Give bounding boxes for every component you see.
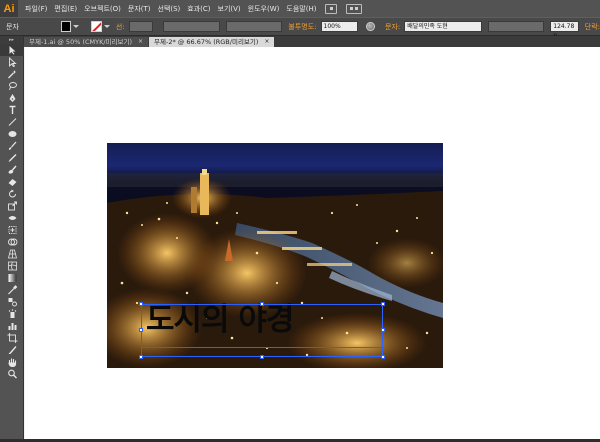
lasso-tool-icon[interactable] — [0, 80, 24, 92]
ellipse-tool-icon[interactable] — [0, 128, 24, 140]
menu-select[interactable]: 선택(S) — [158, 4, 181, 14]
rotate-tool-icon[interactable] — [0, 188, 24, 200]
tab-document-1[interactable]: 무제-1.ai @ 50% (CMYK/미리보기) × — [24, 37, 149, 47]
variable-width-field[interactable] — [163, 21, 220, 32]
type-tool-icon[interactable] — [0, 104, 24, 116]
pencil-tool-icon[interactable] — [0, 152, 24, 164]
symbol-sprayer-tool-icon[interactable] — [0, 308, 24, 320]
artboard-tool-icon[interactable] — [0, 332, 24, 344]
control-bar: 문자 선: 불투명도: 100% 문자: 배달의민족 도현 124.78 p 단… — [0, 17, 600, 39]
resize-handle[interactable] — [260, 302, 264, 306]
pen-tool-icon[interactable] — [0, 92, 24, 104]
slice-tool-icon[interactable] — [0, 344, 24, 356]
bridge-icon[interactable] — [325, 3, 338, 14]
document-tab-bar: 무제-1.ai @ 50% (CMYK/미리보기) × 무제-2* @ 66.6… — [24, 36, 600, 47]
text-baseline — [141, 347, 383, 348]
scale-tool-icon[interactable] — [0, 200, 24, 212]
magic-wand-tool-icon[interactable] — [0, 68, 24, 80]
paintbrush-tool-icon[interactable] — [0, 140, 24, 152]
blend-tool-icon[interactable] — [0, 296, 24, 308]
chevron-down-icon[interactable] — [103, 25, 110, 28]
zoom-tool-icon[interactable] — [0, 368, 24, 380]
menu-edit[interactable]: 편집(E) — [54, 4, 77, 14]
font-family-field[interactable]: 배달의민족 도현 — [404, 21, 482, 32]
hand-tool-icon[interactable] — [0, 356, 24, 368]
resize-handle[interactable] — [139, 355, 143, 359]
fill-swatch[interactable] — [60, 21, 72, 32]
perspective-grid-tool-icon[interactable] — [0, 248, 24, 260]
menu-bar: Ai 파일(F) 편집(E) 오브젝트(O) 문자(T) 선택(S) 효과(C)… — [0, 0, 600, 17]
menu-view[interactable]: 보기(V) — [218, 4, 241, 14]
resize-handle[interactable] — [381, 302, 385, 306]
stroke-swatch[interactable] — [91, 21, 102, 32]
menu-help[interactable]: 도움말(H) — [286, 4, 316, 14]
close-icon[interactable]: × — [138, 37, 143, 47]
resize-handle[interactable] — [381, 355, 385, 359]
direct-selection-tool-icon[interactable] — [0, 56, 24, 68]
resize-handle[interactable] — [381, 328, 385, 332]
mesh-tool-icon[interactable] — [0, 260, 24, 272]
column-graph-tool-icon[interactable] — [0, 320, 24, 332]
tab-document-2[interactable]: 무제-2* @ 66.67% (RGB/미리보기) × — [149, 37, 275, 47]
panel-collapse-icon[interactable]: ▸▸ — [0, 36, 23, 44]
opacity-label[interactable]: 불투명도: — [288, 22, 316, 32]
resize-handle[interactable] — [139, 302, 143, 306]
opacity-field[interactable]: 100% — [320, 21, 359, 32]
menu-object[interactable]: 오브젝트(O) — [84, 4, 121, 14]
free-transform-tool-icon[interactable] — [0, 224, 24, 236]
chevron-down-icon[interactable] — [73, 25, 80, 28]
font-style-field[interactable] — [487, 21, 545, 32]
brush-field[interactable] — [225, 21, 283, 32]
stroke-weight-field[interactable] — [128, 21, 154, 32]
menu-effect[interactable]: 효과(C) — [187, 4, 210, 14]
selection-tool-icon[interactable] — [0, 44, 24, 56]
selection-mode-label: 문자 — [6, 22, 19, 31]
resize-handle[interactable] — [260, 355, 264, 359]
menu-window[interactable]: 윈도우(W) — [248, 4, 280, 14]
resize-handle[interactable] — [139, 328, 143, 332]
width-tool-icon[interactable] — [0, 212, 24, 224]
tab-label: 무제-1.ai @ 50% (CMYK/미리보기) — [29, 38, 133, 46]
shape-builder-tool-icon[interactable] — [0, 236, 24, 248]
paragraph-label[interactable]: 단락: — [585, 22, 600, 32]
eyedropper-tool-icon[interactable] — [0, 284, 24, 296]
line-tool-icon[interactable] — [0, 116, 24, 128]
tab-label: 무제-2* @ 66.67% (RGB/미리보기) — [154, 38, 259, 46]
eraser-tool-icon[interactable] — [0, 176, 24, 188]
close-icon[interactable]: × — [264, 37, 269, 47]
stroke-label[interactable]: 선: — [116, 22, 125, 32]
menu-type[interactable]: 문자(T) — [128, 4, 151, 14]
font-size-field[interactable]: 124.78 p — [550, 21, 579, 39]
illustrator-logo: Ai — [0, 0, 18, 17]
arrange-documents-icon[interactable] — [346, 3, 363, 14]
gradient-tool-icon[interactable] — [0, 272, 24, 284]
recolor-icon[interactable] — [366, 22, 376, 31]
menu-file[interactable]: 파일(F) — [25, 4, 47, 14]
blob-brush-tool-icon[interactable] — [0, 164, 24, 176]
selection-bounding-box[interactable] — [141, 304, 383, 357]
character-label[interactable]: 문자: — [385, 22, 400, 32]
tools-panel: ▸▸ — [0, 36, 24, 442]
